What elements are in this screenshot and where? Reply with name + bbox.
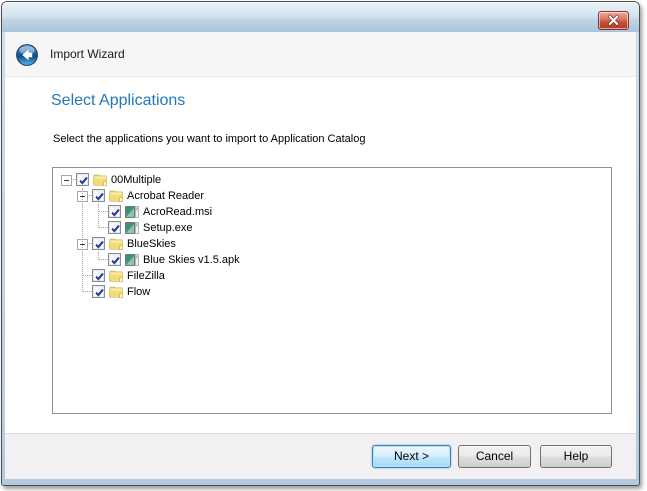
tree-row: FileZilla: [53, 268, 611, 284]
cancel-button[interactable]: Cancel: [458, 445, 531, 468]
wizard-title: Import Wizard: [50, 32, 125, 77]
node-checkbox[interactable]: [108, 253, 121, 266]
node-checkbox[interactable]: [92, 237, 105, 250]
wizard-page: Select Applications Select the applicati…: [5, 78, 636, 433]
node-checkbox[interactable]: [76, 173, 89, 186]
tree-row: Flow: [53, 284, 611, 300]
next-button[interactable]: Next >: [372, 445, 451, 468]
help-button[interactable]: Help: [540, 445, 612, 468]
import-wizard-window: Import Wizard Select Applications Select…: [1, 1, 640, 486]
node-checkbox[interactable]: [108, 221, 121, 234]
tree-row: AcroRead.msi: [53, 204, 611, 220]
node-label[interactable]: FileZilla: [127, 268, 165, 284]
tree-connector-line: [98, 252, 99, 260]
screen: Import Wizard Select Applications Select…: [0, 0, 647, 491]
tree-connector: [98, 259, 108, 260]
tree-row: Blue Skies v1.5.apk: [53, 252, 611, 268]
expander-toggle-icon[interactable]: [61, 175, 72, 186]
tree-connector: [98, 211, 108, 212]
tree-row: Setup.exe: [53, 220, 611, 236]
window-body: Import Wizard Select Applications Select…: [5, 32, 636, 479]
node-label[interactable]: Flow: [127, 284, 150, 300]
folder-icon: [109, 285, 124, 303]
back-arrow-icon: [16, 53, 38, 70]
tree-row: 00Multiple: [53, 172, 611, 188]
node-label[interactable]: 00Multiple: [111, 172, 161, 188]
wizard-footer: Next > Cancel Help: [5, 433, 636, 479]
node-label[interactable]: BlueSkies: [127, 236, 176, 252]
wizard-header: Import Wizard: [5, 32, 636, 77]
page-heading: Select Applications: [51, 92, 185, 110]
node-label[interactable]: AcroRead.msi: [143, 204, 212, 220]
tree-row: BlueSkies: [53, 236, 611, 252]
window-titlebar[interactable]: [2, 2, 639, 32]
back-button[interactable]: [16, 44, 38, 66]
instruction-text: Select the applications you want to impo…: [53, 133, 365, 145]
tree-connector: [98, 227, 108, 228]
close-button[interactable]: [598, 11, 629, 30]
node-checkbox[interactable]: [92, 269, 105, 282]
tree-connector: [82, 275, 92, 276]
tree-connector-line: [82, 188, 83, 292]
node-checkbox[interactable]: [108, 205, 121, 218]
node-label[interactable]: Blue Skies v1.5.apk: [143, 252, 240, 268]
node-label[interactable]: Setup.exe: [143, 220, 193, 236]
minus-glyph: [64, 180, 69, 181]
node-checkbox[interactable]: [92, 285, 105, 298]
node-label[interactable]: Acrobat Reader: [127, 188, 204, 204]
node-checkbox[interactable]: [92, 189, 105, 202]
tree-connector: [82, 291, 92, 292]
tree-row: Acrobat Reader: [53, 188, 611, 204]
application-tree-panel: 00MultipleAcrobat ReaderAcroRead.msiSetu…: [52, 167, 612, 414]
application-tree: 00MultipleAcrobat ReaderAcroRead.msiSetu…: [53, 168, 611, 413]
tree-connector-line: [98, 204, 99, 228]
